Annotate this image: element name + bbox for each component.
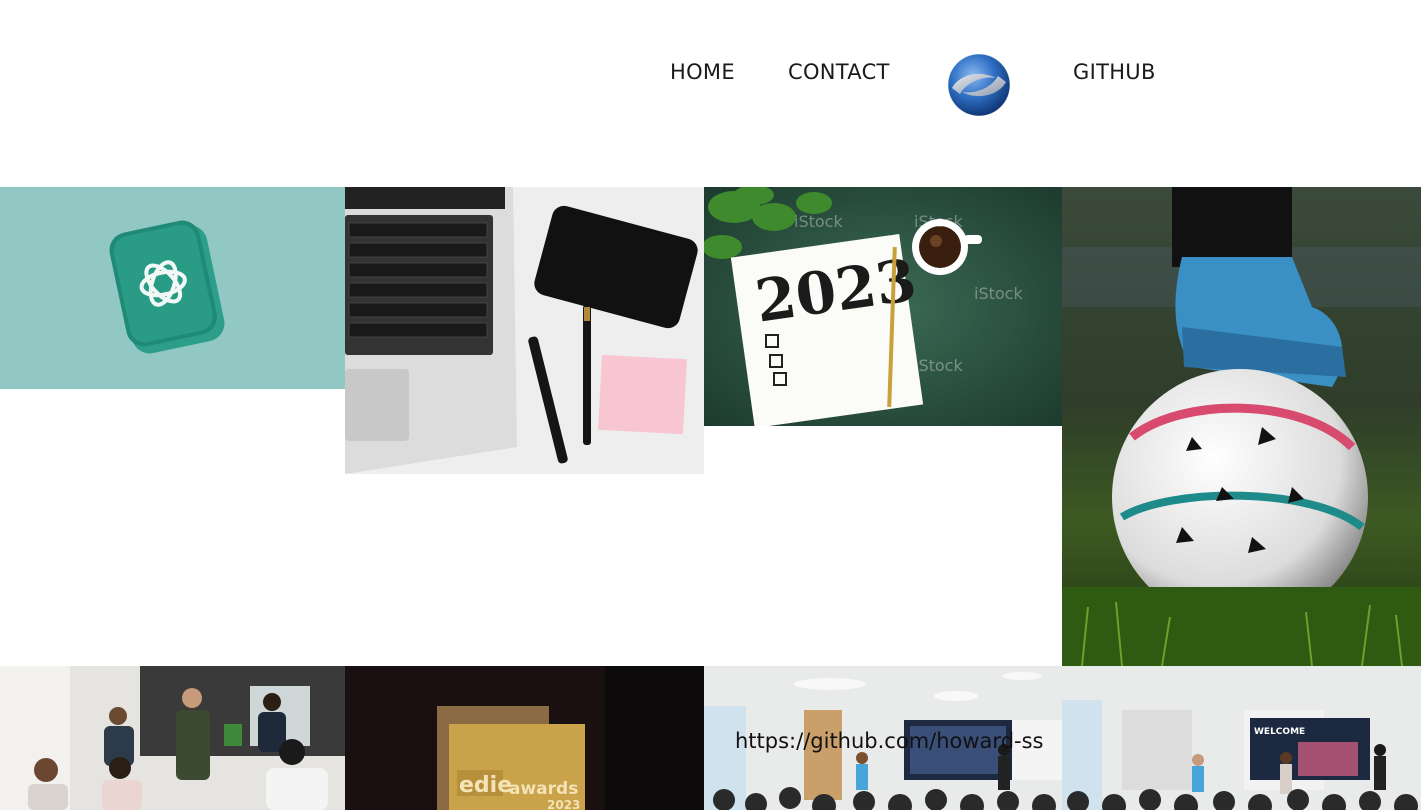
edie-award-tile[interactable]: edie awards 2023 bbox=[345, 666, 704, 810]
screen-welcome-text: WELCOME bbox=[1254, 727, 1305, 737]
edie-logo-text: edie bbox=[459, 773, 512, 798]
presentation-room-tile-2[interactable]: WELCOME bbox=[1062, 666, 1421, 810]
top-navigation: HOME CONTACT GITHUB bbox=[0, 0, 1423, 187]
meeting-people-tile[interactable] bbox=[0, 666, 345, 810]
chatgpt-logo-tile[interactable] bbox=[0, 187, 345, 389]
github-url-overlay[interactable]: https://github.com/howard-ss bbox=[735, 729, 1043, 753]
svg-text:iStock: iStock bbox=[914, 212, 963, 231]
svg-text:iStock: iStock bbox=[794, 356, 843, 375]
edie-awards-text: awards bbox=[509, 779, 578, 799]
football-boot-tile[interactable] bbox=[1062, 187, 1421, 666]
svg-text:iStock: iStock bbox=[794, 212, 843, 231]
notebook-2023-tile[interactable]: 2023 iStock iStock iStock iStock iStock bbox=[704, 187, 1062, 426]
laptop-desk-tile[interactable] bbox=[345, 187, 704, 474]
svg-text:iStock: iStock bbox=[914, 356, 963, 375]
nav-home-link[interactable]: HOME bbox=[670, 60, 735, 84]
edie-year-text: 2023 bbox=[547, 798, 580, 810]
nav-github-link[interactable]: GITHUB bbox=[1073, 60, 1156, 84]
svg-text:iStock: iStock bbox=[974, 284, 1023, 303]
swirl-globe-logo-icon[interactable] bbox=[946, 52, 1012, 118]
nav-contact-link[interactable]: CONTACT bbox=[788, 60, 890, 84]
